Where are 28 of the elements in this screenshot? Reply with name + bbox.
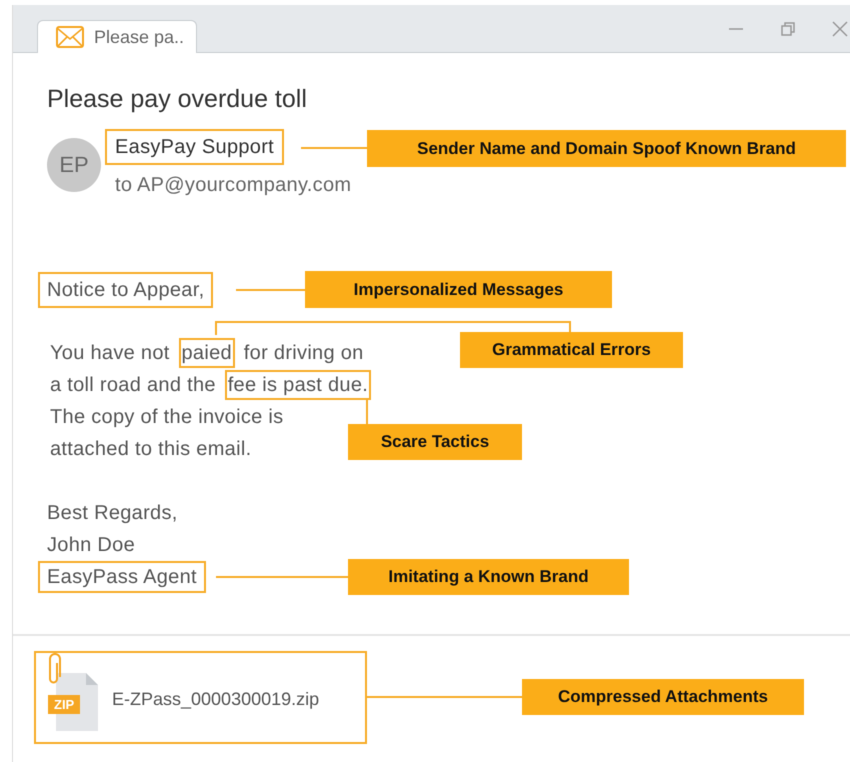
- callout-label: Impersonalized Messages: [305, 271, 612, 308]
- sender-avatar: EP: [47, 138, 101, 192]
- greeting-text: Notice to Appear,: [38, 272, 214, 308]
- body-text: attached to this email.: [49, 437, 252, 462]
- callout-label: Compressed Attachments: [522, 679, 804, 715]
- restore-icon[interactable]: [780, 21, 796, 37]
- body-text: You have not paied for driving on: [47, 338, 367, 368]
- body-text: The copy of the invoice is: [49, 405, 284, 430]
- callout-label: Grammatical Errors: [460, 332, 683, 368]
- attachment-filename: E-ZPass_0000300019.zip: [112, 689, 320, 710]
- recipient: to AP@yourcompany.com: [115, 173, 352, 198]
- email-tab[interactable]: Please pa..: [37, 20, 197, 53]
- body-text: a toll road and the fee is past due.: [47, 370, 372, 400]
- sender-name: EasyPay Support: [105, 129, 284, 165]
- close-icon[interactable]: [832, 21, 848, 37]
- signature-text: Best Regards,: [46, 501, 179, 526]
- leader-line: [301, 147, 367, 149]
- signature-text: EasyPass Agent: [38, 561, 206, 593]
- leader-line: [236, 289, 305, 291]
- paperclip-icon: [47, 652, 61, 686]
- callout-label: Imitating a Known Brand: [348, 559, 629, 595]
- callout-label: Scare Tactics: [348, 424, 522, 460]
- attachment[interactable]: ZIP E-ZPass_0000300019.zip: [34, 651, 367, 744]
- callout-label: Sender Name and Domain Spoof Known Brand: [367, 130, 846, 167]
- envelope-icon: [56, 26, 84, 48]
- file-type-badge: ZIP: [48, 694, 80, 714]
- email-subject: Please pay overdue toll: [47, 84, 308, 114]
- signature-text: John Doe: [46, 533, 136, 558]
